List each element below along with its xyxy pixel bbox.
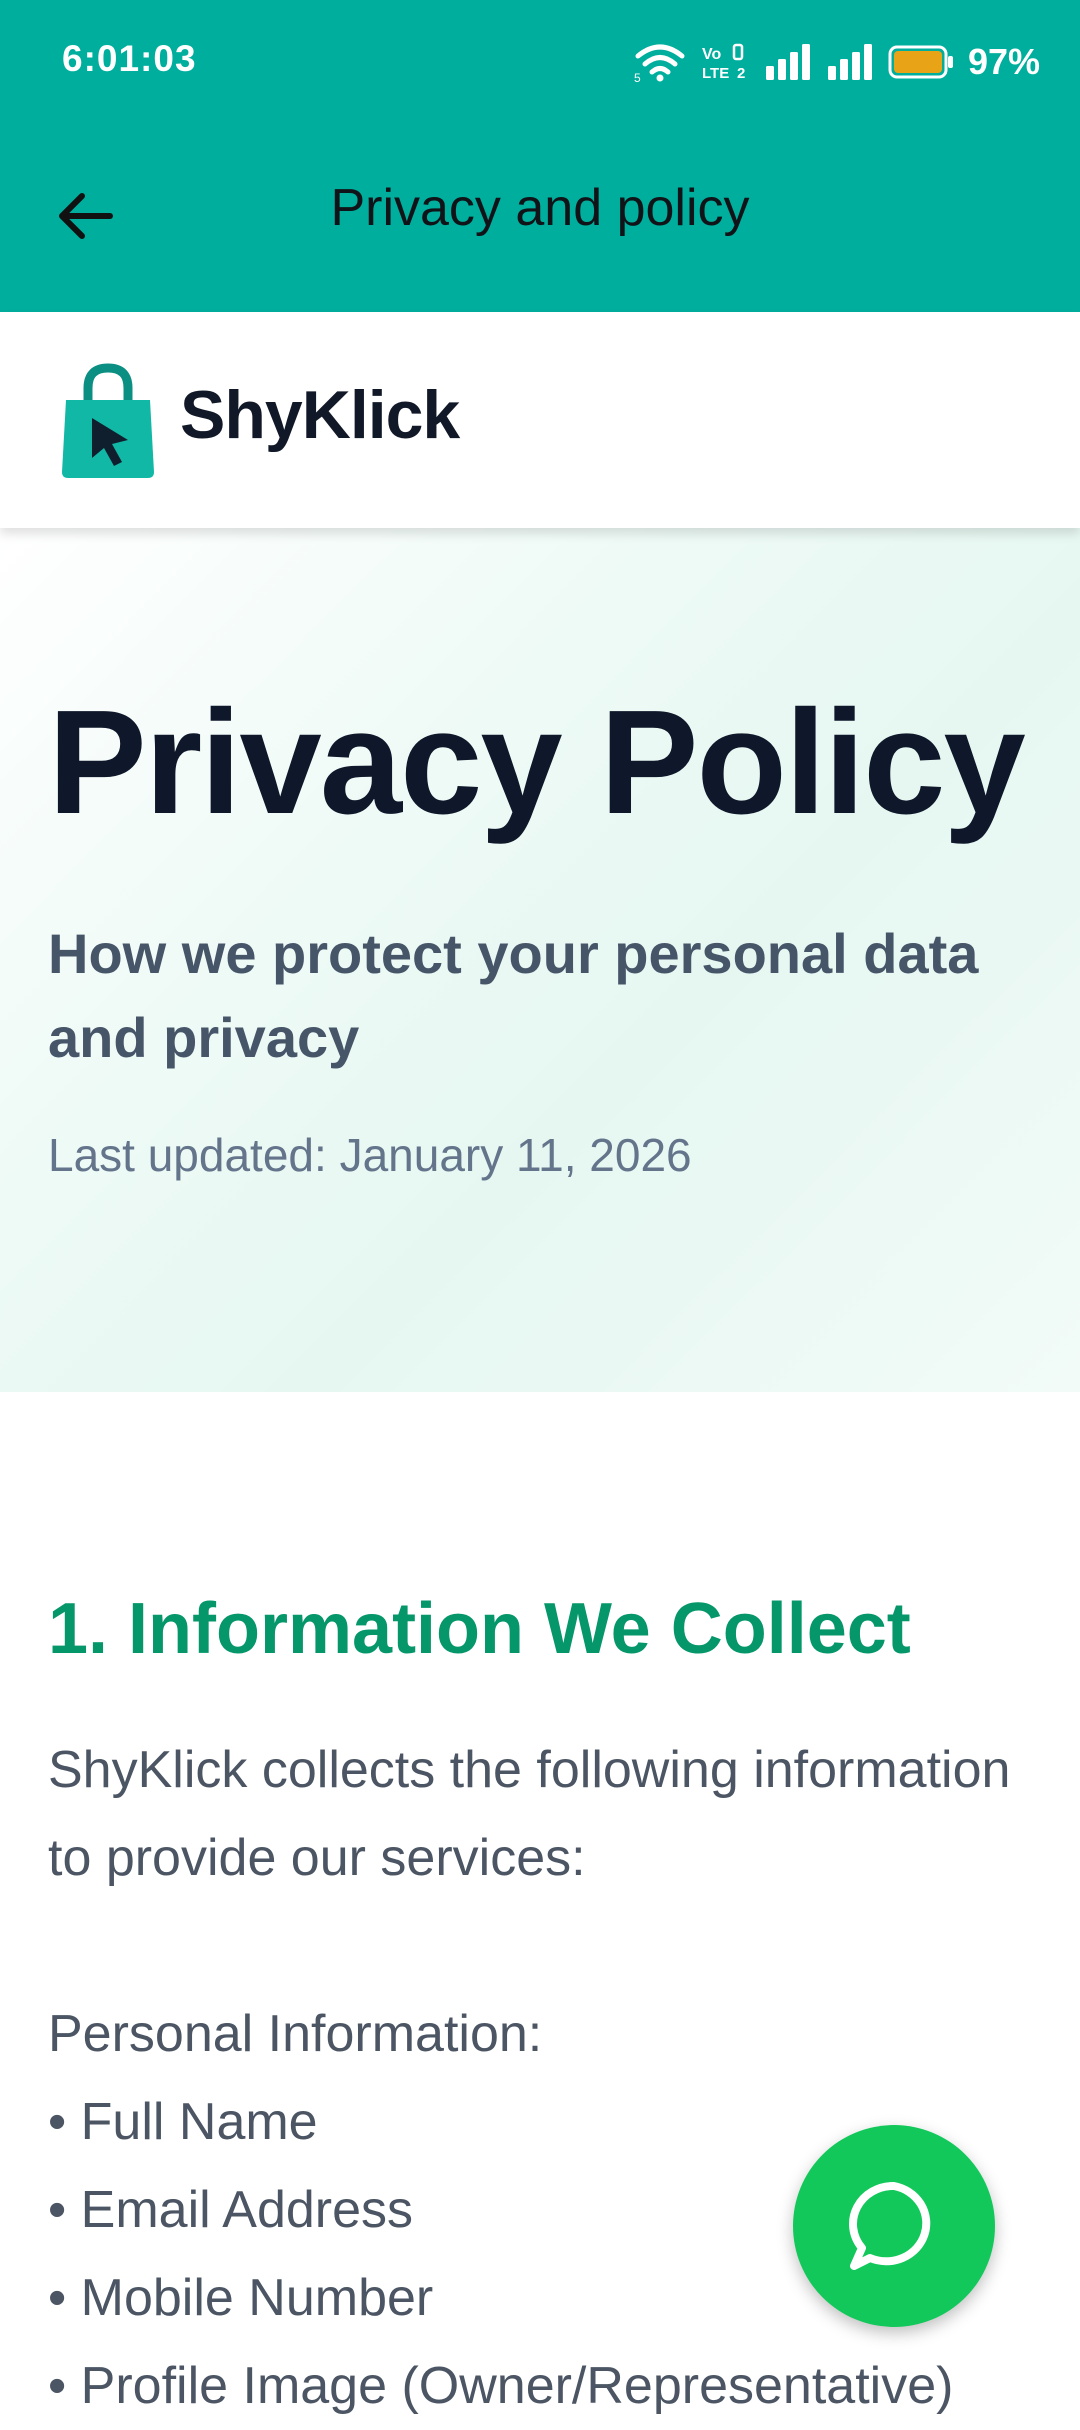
svg-text:Vo: Vo <box>702 46 721 63</box>
brand-name[interactable]: ShyKlick <box>180 376 460 454</box>
shopping-bag-cursor-icon[interactable] <box>56 360 160 484</box>
section-title: 1. Information We Collect <box>48 1589 911 1669</box>
app-bar-title: Privacy and policy <box>330 179 750 237</box>
app-bar: 6:01:03 5 Vo LTE 2 97% Privacy and polic… <box>0 0 1080 312</box>
svg-text:5: 5 <box>634 71 641 82</box>
signal-2-icon <box>827 44 872 80</box>
hero-section: Privacy Policy How we protect your perso… <box>0 528 1080 1392</box>
page-title: Privacy Policy <box>48 680 1026 845</box>
battery-icon <box>888 45 953 79</box>
section-intro: ShyKlick collects the following informat… <box>48 1741 1011 1887</box>
status-time: 6:01:03 <box>62 38 197 79</box>
volte-icon: Vo LTE 2 <box>702 43 745 82</box>
battery-percent: 97% <box>967 41 1040 82</box>
signal-1-icon <box>765 44 810 80</box>
page-subtitle: How we protect your personal data and pr… <box>48 922 979 1069</box>
status-icons: 5 Vo LTE 2 97% <box>634 40 1040 84</box>
svg-text:2: 2 <box>737 65 745 82</box>
wifi-icon: 5 <box>634 44 685 82</box>
list-item: • Profile Image (Owner/Representative) <box>48 2357 954 2415</box>
brand-header: ShyKlick <box>0 312 1080 528</box>
last-updated: Last updated: January 11, 2026 <box>48 1129 692 1181</box>
chat-bubble-icon <box>849 2181 931 2270</box>
svg-text:LTE: LTE <box>702 65 729 82</box>
chat-fab-button[interactable] <box>793 2125 995 2327</box>
list-heading: Personal Information: <box>48 2005 543 2063</box>
